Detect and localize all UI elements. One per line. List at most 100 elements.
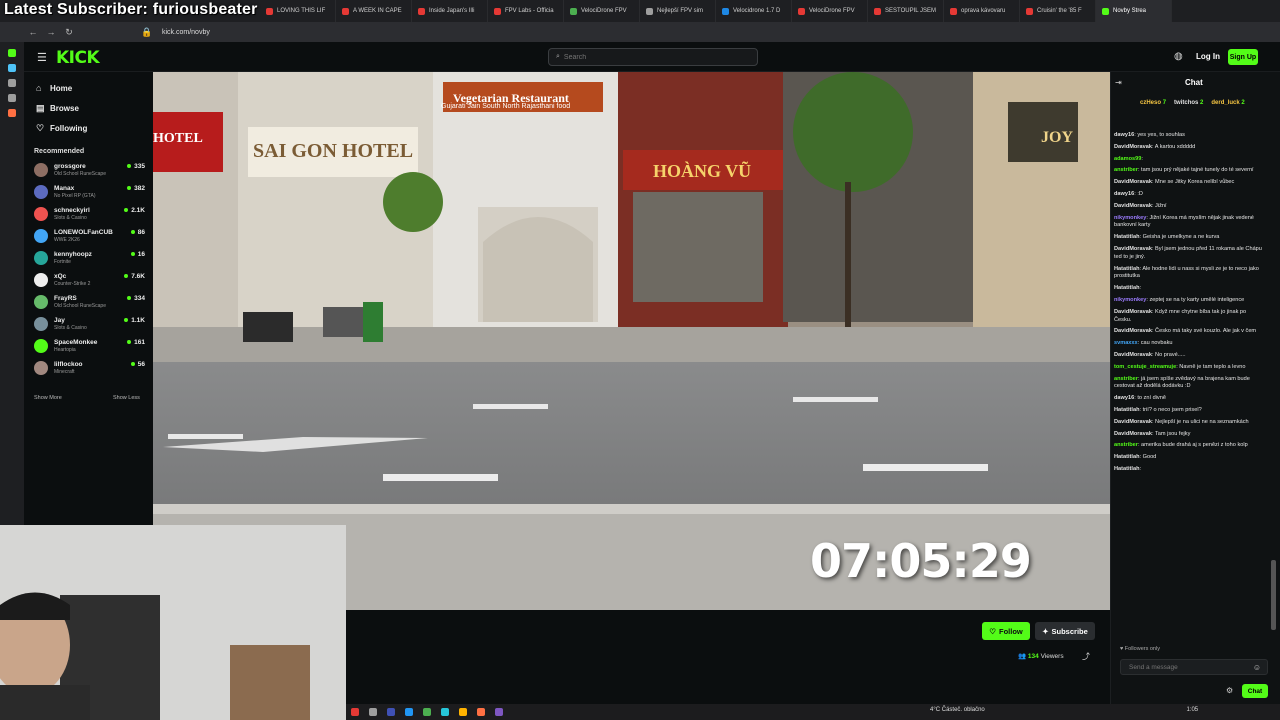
chat-scrollbar[interactable]: [1271, 560, 1276, 630]
taskbar-app-icon[interactable]: [441, 708, 449, 716]
tab-label: Novby Strea: [1113, 8, 1147, 14]
chat-input-box[interactable]: ☺: [1120, 659, 1268, 675]
chat-username[interactable]: Hatatitlah: [1114, 266, 1140, 272]
chat-username[interactable]: DavidMoravak: [1114, 203, 1152, 209]
chat-username[interactable]: anstriber: [1114, 442, 1138, 448]
recommended-channel[interactable]: SpaceMonkee Heartopia 161: [24, 335, 153, 357]
url-field[interactable]: kick.com/novby: [162, 29, 210, 36]
browser-tab[interactable]: VelociDrone FPV: [792, 0, 868, 22]
sidebar-app-icon[interactable]: [8, 49, 16, 57]
recommended-channel[interactable]: kennyhoopz Fortnite 16: [24, 247, 153, 269]
chat-username[interactable]: nikymonkey: [1114, 297, 1146, 303]
chat-username[interactable]: DavidMoravak: [1114, 144, 1152, 150]
chat-message-input[interactable]: [1129, 663, 1249, 671]
reload-icon[interactable]: ↻: [60, 27, 78, 38]
emoji-icon[interactable]: ☺: [1253, 663, 1261, 672]
login-button[interactable]: Log In: [1196, 52, 1220, 61]
chat-username[interactable]: Hatatitlah: [1114, 454, 1140, 460]
browser-tab[interactable]: Velocidrone 1.7 D: [716, 0, 792, 22]
recommended-channel[interactable]: Jay Slots & Casino 1.1K: [24, 313, 153, 335]
nav-browse[interactable]: ▤ Browse: [24, 98, 153, 118]
latest-subscriber-overlay: Latest Subscriber: furiousbeater: [4, 1, 258, 18]
lock-icon[interactable]: 🔒: [138, 27, 156, 38]
nav-home[interactable]: ⌂ Home: [24, 78, 153, 98]
follow-button[interactable]: ♡ Follow: [982, 622, 1030, 640]
recommended-channel[interactable]: FrayRS Old School RuneScape 334: [24, 291, 153, 313]
sidebar-app-icon[interactable]: [8, 64, 16, 72]
chat-message: Hatatitlah: Good: [1114, 454, 1157, 461]
taskbar-app-icon[interactable]: [405, 708, 413, 716]
recommended-channel[interactable]: schneckyirl Slots & Casino 2.1K: [24, 203, 153, 225]
taskbar-app-icon[interactable]: [459, 708, 467, 716]
chat-username[interactable]: dawy16: [1114, 191, 1134, 197]
top-gifter[interactable]: czHeso 7: [1140, 100, 1166, 106]
chat-username[interactable]: DavidMoravak: [1114, 309, 1152, 315]
chat-username[interactable]: tom_cestuje_streamuje: [1114, 364, 1176, 370]
top-gifter[interactable]: derd_luck 2: [1211, 100, 1244, 106]
chat-username[interactable]: Hatatitlah: [1114, 234, 1140, 240]
language-globe-icon[interactable]: ◍: [1174, 51, 1183, 62]
taskbar-app-icon[interactable]: [423, 708, 431, 716]
chat-username[interactable]: DavidMoravak: [1114, 179, 1152, 185]
browser-tab[interactable]: LOVING THIS LIF: [260, 0, 336, 22]
menu-icon[interactable]: ☰: [37, 51, 47, 64]
show-more-link[interactable]: Show More: [34, 395, 62, 401]
clock-text: 1:05: [1186, 707, 1199, 713]
browser-tab[interactable]: SESTOUPIL JSEM: [868, 0, 944, 22]
channel-category: Slots & Casino: [54, 324, 87, 331]
sidebar-app-icon[interactable]: [8, 94, 16, 102]
chat-username[interactable]: Hatatitlah: [1114, 466, 1140, 472]
chat-username[interactable]: dawy16: [1114, 132, 1134, 138]
gear-icon[interactable]: ⚙: [1226, 686, 1233, 695]
taskbar-app-icon[interactable]: [369, 708, 377, 716]
chat-username[interactable]: anstriber: [1114, 167, 1138, 173]
chat-username[interactable]: DavidMoravak: [1114, 431, 1152, 437]
kick-logo[interactable]: KICK: [56, 48, 100, 68]
chat-username[interactable]: Hatatitlah: [1114, 407, 1140, 413]
recommended-channel[interactable]: Manax No Pixel RP (GTA) 382: [24, 181, 153, 203]
nav-following[interactable]: ♡ Following: [24, 118, 153, 138]
tab-label: Velocidrone 1.7 D: [733, 8, 781, 14]
browser-tab[interactable]: A WEEK IN CAPE: [336, 0, 412, 22]
recommended-channel[interactable]: lilflockoo Minecraft 56: [24, 357, 153, 379]
chat-username[interactable]: dawy16: [1114, 395, 1134, 401]
browser-tab[interactable]: Cruisin' the '85 F: [1020, 0, 1096, 22]
chat-username[interactable]: adamos99: [1114, 156, 1141, 162]
avatar: [34, 273, 48, 287]
search-input[interactable]: [563, 53, 744, 61]
back-icon[interactable]: ←: [24, 27, 42, 37]
subscribe-button[interactable]: ✦ Subscribe: [1035, 622, 1095, 640]
chat-username[interactable]: nikymonkey: [1114, 215, 1146, 221]
taskbar-app-icon[interactable]: [351, 708, 359, 716]
recommended-channel[interactable]: xQc Counter-Strike 2 7.6K: [24, 269, 153, 291]
browser-tab[interactable]: Novby Strea: [1096, 0, 1172, 22]
share-icon[interactable]: ⤴: [1082, 651, 1090, 662]
recommended-channel[interactable]: LONEWOLFanCUB WWE 2K26 86: [24, 225, 153, 247]
recommended-title: Recommended: [34, 148, 85, 155]
chat-username[interactable]: DavidMoravak: [1114, 328, 1152, 334]
top-gifter[interactable]: twitchos 2: [1174, 100, 1203, 106]
signup-button[interactable]: Sign Up: [1228, 49, 1258, 65]
taskbar-app-icon[interactable]: [387, 708, 395, 716]
chat-username[interactable]: Hatatitlah: [1114, 285, 1140, 291]
show-less-link[interactable]: Show Less: [113, 395, 140, 401]
recommended-channel[interactable]: grossgore Old School RuneScape 335: [24, 159, 153, 181]
browser-tab[interactable]: Inside Japan's Illi: [412, 0, 488, 22]
collapse-chat-icon[interactable]: ⇥: [1115, 78, 1122, 87]
chat-username[interactable]: anstriber: [1114, 376, 1138, 382]
taskbar-app-icon[interactable]: [477, 708, 485, 716]
taskbar-app-icon[interactable]: [495, 708, 503, 716]
send-chat-button[interactable]: Chat: [1242, 684, 1268, 698]
browser-tab[interactable]: FPV Labs - Officia: [488, 0, 564, 22]
chat-username[interactable]: svmaxxx: [1114, 340, 1138, 346]
sidebar-app-icon[interactable]: [8, 109, 16, 117]
forward-icon[interactable]: →: [42, 27, 60, 37]
chat-username[interactable]: DavidMoravak: [1114, 246, 1152, 252]
browser-tab[interactable]: VelociDrone FPV: [564, 0, 640, 22]
search-box[interactable]: ⌕: [548, 48, 758, 66]
chat-username[interactable]: DavidMoravak: [1114, 352, 1152, 358]
sidebar-app-icon[interactable]: [8, 79, 16, 87]
browser-tab[interactable]: Nejlepší FPV sim: [640, 0, 716, 22]
browser-tab[interactable]: oprava kávovaru: [944, 0, 1020, 22]
chat-username[interactable]: DavidMoravak: [1114, 419, 1152, 425]
